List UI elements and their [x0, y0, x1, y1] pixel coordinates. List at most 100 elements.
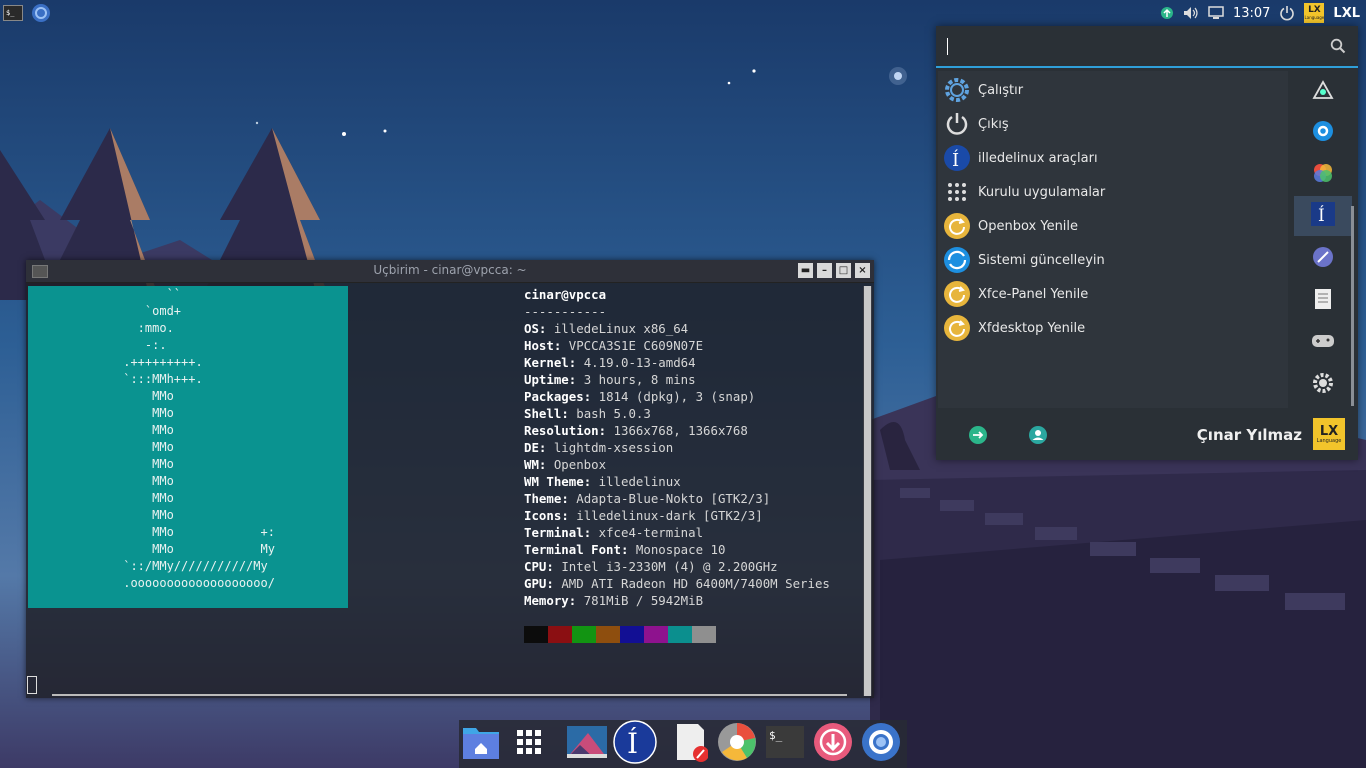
info-value: 4.19.0-13-amd64: [583, 355, 696, 370]
scrollbar-thumb[interactable]: [864, 286, 871, 696]
disk-usage-icon: [717, 722, 757, 766]
info-value: illedelinux: [598, 474, 681, 489]
clock[interactable]: 13:07: [1233, 6, 1270, 21]
category-settings[interactable]: [1294, 113, 1352, 153]
category-internet[interactable]: [1294, 239, 1352, 279]
top-panel: $_ 13:07 LX Language LXL: [0, 0, 1366, 26]
user-avatar[interactable]: LX Language: [1313, 418, 1345, 450]
color-swatch: [548, 626, 572, 643]
minimize-button[interactable]: –: [817, 263, 832, 278]
avatar-subtext: Language: [1316, 437, 1342, 444]
dock-home-folder[interactable]: [461, 724, 501, 764]
category-accessories[interactable]: [1294, 281, 1352, 321]
info-key: DE: [524, 440, 539, 455]
dock-disk-usage[interactable]: [717, 722, 757, 766]
category-office[interactable]: [1294, 155, 1352, 195]
download-icon: [813, 722, 853, 766]
category-illedelinux[interactable]: Í: [1294, 196, 1352, 236]
dock-image-viewer[interactable]: [565, 724, 609, 764]
gear-icon: [942, 75, 972, 105]
browser-icon[interactable]: [30, 2, 52, 24]
window-titlebar[interactable]: Uçbirim - cinar@vpcca: ~ ▬ – □ ×: [26, 260, 874, 283]
color-swatch: [692, 626, 716, 643]
info-key: Host: [524, 338, 554, 353]
shade-button[interactable]: ▬: [798, 263, 813, 278]
system-update-tray-icon[interactable]: [1160, 6, 1174, 20]
terminal-launcher-icon[interactable]: $_: [2, 2, 24, 24]
user-account-icon[interactable]: [1028, 425, 1048, 449]
system-info: cinar@vpcca ----------- OS: illedeLinux …: [524, 286, 830, 609]
menu-item-openbox-reload[interactable]: Openbox Yenile: [938, 209, 1288, 243]
info-row: WM: Openbox: [524, 457, 607, 472]
refresh-icon: [942, 211, 972, 241]
keyboard-layout-indicator[interactable]: LXL: [1333, 6, 1360, 21]
ascii-line: MMo: [116, 508, 174, 522]
menu-item-installed-apps[interactable]: Kurulu uygulamalar: [938, 175, 1288, 209]
dock-illedelinux[interactable]: Í: [613, 720, 657, 764]
info-value: Intel i3-2330M (4) @ 2.200GHz: [561, 559, 778, 574]
menu-item-logout[interactable]: Çıkış: [938, 107, 1288, 141]
menu-item-label: Çıkış: [978, 116, 1009, 132]
svg-text:Í: Í: [952, 148, 959, 171]
category-graphics[interactable]: [1294, 71, 1352, 111]
dock-browser[interactable]: [861, 722, 901, 766]
home-folder-icon: [462, 724, 500, 764]
color-swatch: [644, 626, 668, 643]
search-icon[interactable]: [1330, 38, 1346, 58]
info-row: Terminal Font: Monospace 10: [524, 542, 726, 557]
dock-app-grid[interactable]: [509, 724, 549, 764]
color-swatch: [620, 626, 644, 643]
menu-search-bar: [936, 26, 1358, 68]
info-row: CPU: Intel i3-2330M (4) @ 2.200GHz: [524, 559, 778, 574]
info-key: Uptime: [524, 372, 569, 387]
ascii-line: `omd+: [116, 304, 182, 318]
app-grid-icon: [942, 177, 972, 207]
internet-icon: [1312, 246, 1334, 272]
horizontal-scrollbar[interactable]: [52, 694, 847, 696]
dock-downloader[interactable]: [813, 722, 853, 766]
info-value: Monospace 10: [635, 542, 726, 557]
info-key: OS: [524, 321, 539, 336]
dock-text-editor[interactable]: [671, 724, 711, 764]
search-input[interactable]: [946, 34, 1320, 58]
switch-user-icon[interactable]: [968, 425, 988, 449]
user-host: cinar@vpcca: [524, 287, 607, 302]
ascii-line: MMo: [116, 423, 174, 437]
menu-item-illedelinux-tools[interactable]: Í illedelinux araçları: [938, 141, 1288, 175]
info-key: Resolution: [524, 423, 599, 438]
info-value: Openbox: [553, 457, 607, 472]
menu-item-run[interactable]: Çalıştır: [938, 73, 1288, 107]
terminal-window[interactable]: Uçbirim - cinar@vpcca: ~ ▬ – □ × `` `omd…: [26, 260, 874, 698]
lx-language-badge[interactable]: LX Language: [1304, 3, 1325, 23]
avatar-text: LX: [1319, 423, 1339, 439]
info-row: Terminal: xfce4-terminal: [524, 525, 704, 540]
browser-icon: [861, 722, 901, 766]
volume-icon[interactable]: [1183, 6, 1199, 20]
menu-item-system-update[interactable]: Sistemi güncelleyin: [938, 243, 1288, 277]
category-system[interactable]: [1294, 365, 1352, 405]
menu-item-xfce-panel-reload[interactable]: Xfce-Panel Yenile: [938, 277, 1288, 311]
games-icon: [1311, 332, 1335, 354]
info-row: Memory: 781MiB / 5942MiB: [524, 593, 704, 608]
ascii-line: MMo: [116, 406, 174, 420]
maximize-button[interactable]: □: [836, 263, 851, 278]
info-value: xfce4-terminal: [598, 525, 704, 540]
ascii-line: MMo: [116, 457, 174, 471]
info-value: 1366x768, 1366x768: [613, 423, 748, 438]
dock-terminal[interactable]: $_: [765, 724, 805, 764]
illedelinux-icon: Í: [942, 143, 972, 173]
settings-icon: [1312, 120, 1334, 146]
ascii-line: MMo: [116, 440, 174, 454]
menu-item-label: illedelinux araçları: [978, 150, 1098, 166]
info-key: Theme: [524, 491, 562, 506]
menu-item-xfdesktop-reload[interactable]: Xfdesktop Yenile: [938, 311, 1288, 345]
close-button[interactable]: ×: [855, 263, 870, 278]
power-icon[interactable]: [1279, 5, 1295, 21]
display-icon[interactable]: [1208, 6, 1224, 20]
terminal-icon: $_: [765, 725, 805, 763]
ascii-line: .+++++++++.: [116, 355, 203, 369]
menu-scrollbar[interactable]: [1351, 206, 1354, 406]
menu-item-list: Çalıştır Çıkış Í illedelinux araçları Ku…: [938, 71, 1288, 408]
illedelinux-icon: Í: [1311, 202, 1335, 230]
category-games[interactable]: [1294, 323, 1352, 363]
